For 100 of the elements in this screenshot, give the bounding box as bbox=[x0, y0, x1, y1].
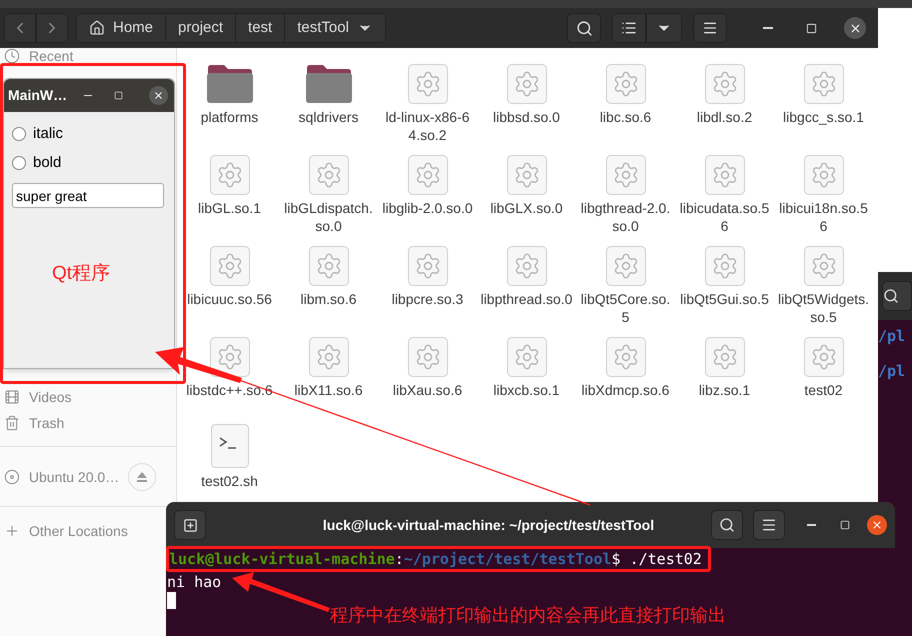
search-icon bbox=[719, 517, 735, 533]
text-input[interactable]: super great bbox=[12, 183, 164, 208]
file-name[interactable]: test02 bbox=[778, 381, 870, 399]
file-name[interactable]: libQt5Core.so.5 bbox=[580, 290, 672, 326]
view-options-button[interactable] bbox=[646, 13, 682, 43]
back-button[interactable] bbox=[4, 13, 36, 43]
gear-file-icon bbox=[308, 155, 348, 195]
terminal-line: /pl bbox=[878, 361, 906, 381]
close-icon bbox=[871, 519, 883, 531]
file-name[interactable]: libicudata.so.56 bbox=[678, 199, 770, 235]
file-name[interactable]: libgthread-2.0.so.0 bbox=[580, 199, 672, 235]
file-name[interactable]: libGLX.so.0 bbox=[480, 199, 572, 217]
menu-icon bbox=[702, 20, 718, 36]
file-name[interactable]: ld-linux-x86-64.so.2 bbox=[382, 108, 474, 144]
gear-file-icon bbox=[704, 337, 744, 377]
script-file-icon bbox=[210, 424, 248, 468]
window-title: MainW… bbox=[8, 86, 68, 105]
radio-option[interactable]: bold bbox=[12, 153, 166, 173]
maximize-icon bbox=[840, 520, 850, 530]
file-name[interactable]: libicui18n.so.56 bbox=[778, 199, 870, 235]
search-button[interactable] bbox=[567, 13, 601, 43]
gear-file-icon bbox=[704, 155, 744, 195]
maximize-icon bbox=[806, 22, 816, 34]
gear-file-icon bbox=[210, 155, 250, 195]
view-button[interactable] bbox=[612, 13, 646, 43]
gear-file-icon bbox=[210, 246, 250, 286]
trash-icon bbox=[4, 415, 20, 431]
menu-button[interactable] bbox=[753, 510, 785, 540]
path-segment[interactable]: test bbox=[236, 14, 286, 42]
file-name[interactable]: test02.sh bbox=[184, 472, 276, 490]
search-icon bbox=[883, 288, 899, 304]
minimize-icon bbox=[763, 27, 773, 29]
gear-file-icon bbox=[506, 337, 546, 377]
eject-button[interactable] bbox=[128, 463, 156, 491]
close-icon bbox=[153, 90, 164, 101]
radio-button[interactable] bbox=[12, 127, 26, 141]
file-name[interactable]: libpcre.so.3 bbox=[382, 290, 474, 308]
annotation-label: Qt程序 bbox=[52, 262, 110, 286]
radio-option[interactable]: italic bbox=[12, 124, 166, 144]
menu-button[interactable] bbox=[693, 13, 727, 43]
forward-button[interactable] bbox=[36, 13, 68, 43]
gear-file-icon bbox=[606, 337, 646, 377]
file-name[interactable]: libdl.so.2 bbox=[678, 108, 770, 126]
gear-file-icon bbox=[506, 246, 546, 286]
file-name[interactable]: platforms bbox=[184, 108, 276, 126]
window-title: luck@luck-virtual-machine: ~/project/test/testTool bbox=[322, 516, 656, 535]
gear-file-icon bbox=[408, 64, 448, 104]
close-button[interactable] bbox=[844, 17, 866, 39]
gear-file-icon bbox=[804, 246, 844, 286]
home-icon bbox=[89, 20, 105, 36]
eject-icon bbox=[136, 471, 148, 483]
film-icon bbox=[4, 389, 20, 405]
file-name[interactable]: libQt5Widgets.so.5 bbox=[778, 290, 870, 326]
new-tab-button[interactable] bbox=[174, 510, 206, 540]
file-name[interactable]: libstdc++.so.6 bbox=[184, 381, 276, 399]
new-tab-icon bbox=[182, 518, 198, 532]
minimize-icon bbox=[84, 94, 92, 96]
annotation-note: 程序中在终端打印输出的内容会再此直接打印输出 bbox=[330, 604, 726, 627]
file-name[interactable]: libGLdispatch.so.0 bbox=[282, 199, 374, 235]
radio-button[interactable] bbox=[12, 156, 26, 170]
file-name[interactable]: libgcc_s.so.1 bbox=[778, 108, 870, 126]
gear-file-icon bbox=[308, 337, 348, 377]
file-name[interactable]: libc.so.6 bbox=[580, 108, 672, 126]
gear-file-icon bbox=[606, 155, 646, 195]
file-name[interactable]: libxcb.so.1 bbox=[480, 381, 572, 399]
clock-icon bbox=[4, 48, 20, 64]
minimize-icon bbox=[806, 524, 816, 526]
file-name[interactable]: libX11.so.6 bbox=[282, 381, 374, 399]
close-button[interactable] bbox=[149, 86, 168, 105]
output-line: ni hao bbox=[167, 572, 222, 592]
file-name[interactable]: libXau.so.6 bbox=[382, 381, 474, 399]
list-icon bbox=[621, 20, 637, 36]
file-name[interactable]: libz.so.1 bbox=[678, 381, 770, 399]
search-button[interactable] bbox=[882, 281, 912, 311]
gear-file-icon bbox=[704, 246, 744, 286]
close-button[interactable] bbox=[867, 515, 887, 535]
path-segment[interactable]: testTool bbox=[285, 14, 385, 42]
search-button[interactable] bbox=[711, 510, 743, 540]
file-name[interactable]: libGL.so.1 bbox=[184, 199, 276, 217]
file-name[interactable]: libicuuc.so.56 bbox=[184, 290, 276, 308]
path-segment[interactable]: Home bbox=[77, 14, 166, 42]
gear-file-icon bbox=[210, 337, 250, 377]
close-icon bbox=[848, 22, 862, 34]
plus-icon bbox=[4, 523, 20, 539]
gear-file-icon bbox=[506, 155, 546, 195]
file-name[interactable]: libbsd.so.0 bbox=[480, 108, 572, 126]
file-name[interactable]: libQt5Gui.so.5 bbox=[678, 290, 770, 308]
menu-icon bbox=[761, 517, 777, 533]
maximize-icon bbox=[114, 91, 123, 100]
path-segment[interactable]: project bbox=[166, 14, 236, 42]
file-name[interactable]: libpthread.so.0 bbox=[480, 290, 572, 308]
file-name[interactable]: libglib-2.0.so.0 bbox=[382, 199, 474, 217]
gear-file-icon bbox=[804, 155, 844, 195]
gear-file-icon bbox=[606, 64, 646, 104]
file-name[interactable]: libm.so.6 bbox=[282, 290, 374, 308]
file-name[interactable]: sqldrivers bbox=[282, 108, 374, 126]
gear-file-icon bbox=[408, 337, 448, 377]
gear-file-icon bbox=[704, 64, 744, 104]
file-name[interactable]: libXdmcp.so.6 bbox=[580, 381, 672, 399]
gear-file-icon bbox=[804, 64, 844, 104]
